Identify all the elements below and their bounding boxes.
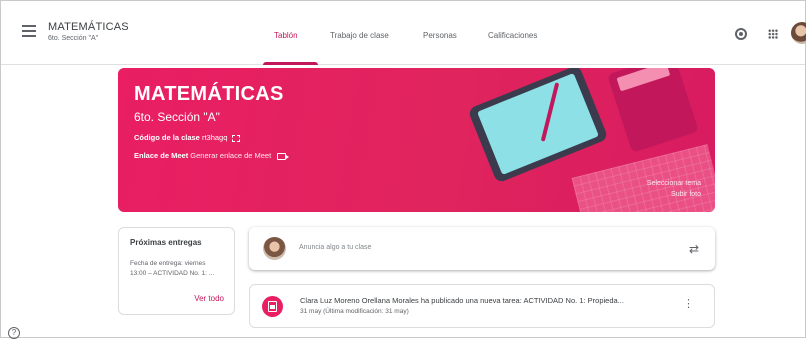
- generate-meet-link[interactable]: Generar enlace de Meet: [190, 151, 271, 160]
- banner-title: MATEMÁTICAS: [134, 83, 284, 105]
- assignment-icon: [262, 296, 283, 317]
- apps-grid-icon[interactable]: [768, 29, 778, 39]
- upcoming-card: Próximas entregas Fecha de entrega: vier…: [118, 227, 235, 315]
- avatar: [263, 237, 286, 260]
- class-code-row: Código de la clase rt3hagq: [134, 133, 241, 142]
- upcoming-title: Próximas entregas: [130, 238, 202, 247]
- tab-personas[interactable]: Personas: [423, 31, 457, 40]
- tab-tablon[interactable]: Tablón: [274, 31, 298, 40]
- post-date: 31 may (Última modificación: 31 may): [300, 308, 409, 315]
- repost-icon[interactable]: ⇄: [689, 242, 699, 256]
- active-tab-indicator: [263, 62, 318, 65]
- banner-subtitle: 6to. Sección "A": [134, 110, 220, 124]
- view-all-link[interactable]: Ver todo: [194, 294, 224, 303]
- video-camera-icon[interactable]: [277, 152, 290, 160]
- tab-calificaciones[interactable]: Calificaciones: [488, 31, 537, 40]
- class-title[interactable]: MATEMÁTICAS: [48, 21, 129, 33]
- stream-post[interactable]: Clara Luz Moreno Orellana Morales ha pub…: [249, 284, 715, 328]
- gear-icon[interactable]: [735, 28, 747, 40]
- announce-box[interactable]: Anuncia algo a tu clase ⇄: [249, 227, 715, 270]
- menu-icon[interactable]: [22, 25, 36, 39]
- select-theme-link[interactable]: Seleccionar tema: [647, 180, 701, 187]
- graph-paper-illustration: [571, 144, 715, 212]
- top-bar: MATEMÁTICAS 6to. Sección "A" Tablón Trab…: [1, 1, 806, 65]
- upload-photo-link[interactable]: Subir foto: [671, 191, 701, 198]
- class-code-value[interactable]: rt3hagq: [202, 133, 227, 142]
- avatar[interactable]: [791, 22, 806, 44]
- upcoming-due-date: Fecha de entrega: viernes: [130, 260, 206, 267]
- meet-row: Enlace de Meet Generar enlace de Meet: [134, 151, 290, 160]
- more-vert-icon[interactable]: ⋮: [683, 299, 694, 310]
- post-title[interactable]: Clara Luz Moreno Orellana Morales ha pub…: [300, 296, 624, 305]
- class-subtitle: 6to. Sección "A": [48, 35, 99, 42]
- tablet-illustration: [467, 68, 609, 184]
- fullscreen-icon[interactable]: [232, 134, 241, 142]
- meet-label: Enlace de Meet: [134, 151, 189, 160]
- calculator-illustration: [607, 68, 699, 153]
- help-icon[interactable]: ?: [8, 327, 20, 339]
- upcoming-assignment[interactable]: 13:00 – ACTIVIDAD No. 1: ...: [130, 270, 214, 277]
- tab-trabajo-de-clase[interactable]: Trabajo de clase: [330, 31, 389, 40]
- class-banner: MATEMÁTICAS 6to. Sección "A" Código de l…: [118, 68, 715, 212]
- class-code-label: Código de la clase: [134, 133, 200, 142]
- announce-placeholder[interactable]: Anuncia algo a tu clase: [299, 244, 371, 251]
